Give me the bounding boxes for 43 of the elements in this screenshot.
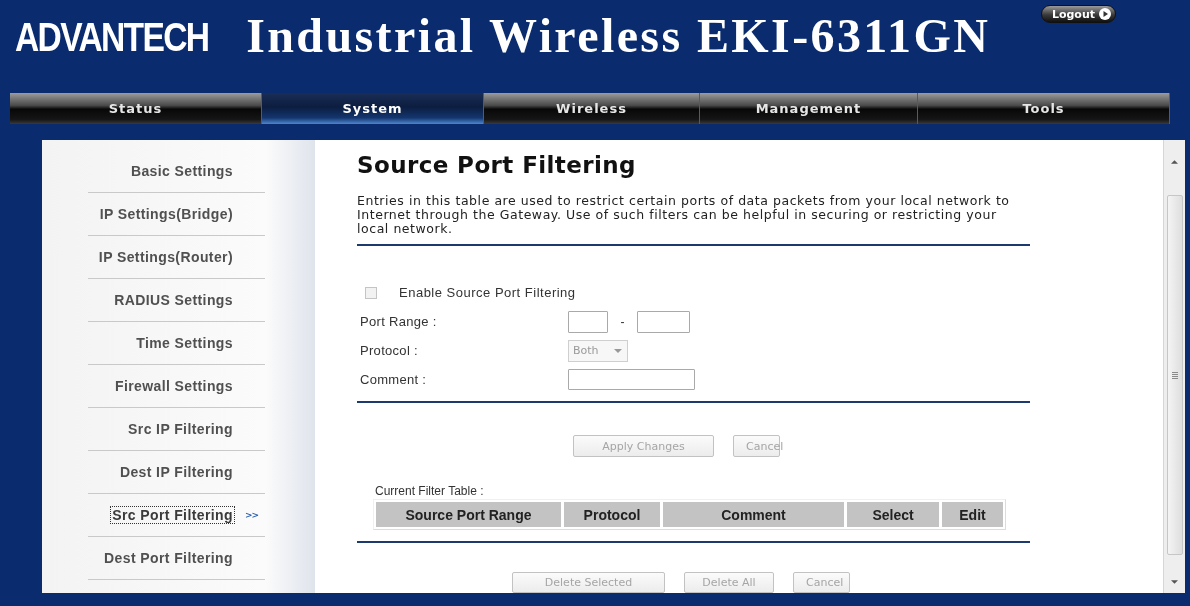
range-start-field[interactable]	[568, 310, 608, 333]
sidebar-link[interactable]: RADIUS Settings	[113, 292, 234, 308]
product-title: Industrial Wireless EKI-6311GN	[246, 12, 991, 60]
nav-tab[interactable]: Management	[700, 93, 918, 124]
range-separator: -	[619, 314, 626, 329]
table-caption: Current Filter Table :	[375, 484, 485, 498]
column-header: Edit	[942, 502, 1003, 527]
scrollbar-thumb[interactable]	[1166, 195, 1183, 555]
sidebar-link[interactable]: Src IP Filtering	[127, 421, 234, 437]
current-page-marker: >>	[245, 510, 259, 520]
nav-tab[interactable]: Wireless	[484, 93, 700, 124]
sidebar-link[interactable]: IP Settings(Router)	[97, 249, 234, 265]
grip-icon	[1171, 371, 1178, 379]
column-header: Protocol	[564, 502, 660, 527]
arrow-circle-icon	[1099, 8, 1111, 20]
brand-logo: ADVANTECH	[15, 17, 209, 57]
enable-checkbox[interactable]	[365, 286, 377, 299]
page-heading: Source Port Filtering	[357, 152, 637, 178]
field-label: Port Range :	[359, 314, 438, 329]
sidebar-link[interactable]: Dest Port Filtering	[103, 550, 234, 566]
field-label: Protocol :	[359, 343, 419, 358]
sidebar-link[interactable]: Src Port Filtering	[111, 507, 234, 523]
nav-tab[interactable]: Status	[10, 93, 262, 124]
caret-icon	[614, 348, 622, 353]
sidebar-link[interactable]: Basic Settings	[129, 163, 234, 179]
nav-tab[interactable]: System	[262, 93, 484, 124]
text-field[interactable]	[568, 369, 695, 390]
column-header: Source Port Range	[376, 502, 561, 527]
range-end-field[interactable]	[637, 310, 690, 333]
sidebar-link[interactable]: Firewall Settings	[113, 378, 234, 394]
field-label: Comment :	[359, 372, 428, 387]
sidebar-link[interactable]: Time Settings	[135, 335, 234, 351]
scrollbar[interactable]	[1163, 140, 1185, 593]
logout-button[interactable]: Logout	[1040, 5, 1116, 23]
column-header: Select	[847, 502, 939, 527]
column-header: Comment	[663, 502, 844, 527]
scroll-up-icon[interactable]	[1171, 160, 1178, 164]
sidebar-link[interactable]: Dest IP Filtering	[118, 464, 234, 480]
nav-tab[interactable]: Tools	[918, 93, 1170, 124]
sidebar-link[interactable]: IP Settings(Bridge)	[98, 206, 234, 222]
checkbox-label: Enable Source Port Filtering	[399, 285, 576, 300]
description-text: Entries in this table are used to restrict certain ports of data packets from your local network to Internet through the Gateway. Use of such filters can be helpful in securing or restricting your local network.	[357, 194, 1011, 236]
scroll-down-icon[interactable]	[1171, 580, 1178, 584]
